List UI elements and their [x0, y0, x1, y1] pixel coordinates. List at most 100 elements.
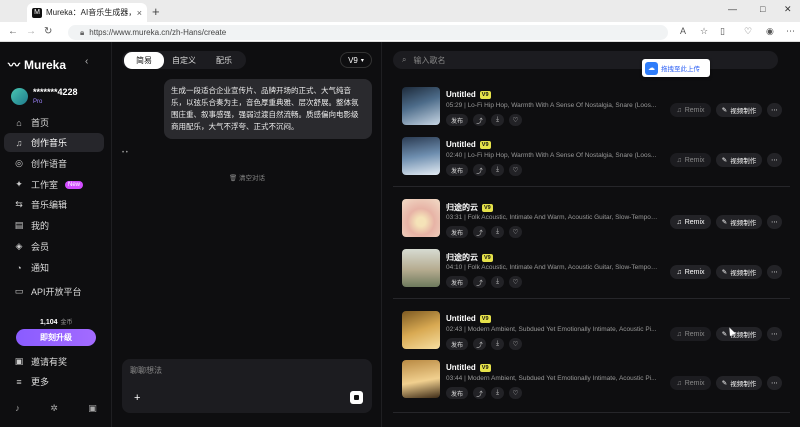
tab-close-icon[interactable]: ×	[137, 8, 142, 18]
heart-icon[interactable]: ♡	[509, 387, 522, 399]
heart-icon[interactable]: ♡	[509, 226, 522, 238]
drag-upload-button[interactable]: ☁ 拖拽至此上传	[642, 59, 710, 77]
remix-button[interactable]: ♫ Remix	[670, 103, 711, 117]
song-title-row: Untitled V9	[446, 90, 491, 99]
add-attachment-icon[interactable]: +	[134, 392, 140, 404]
clear-chat-button[interactable]: 🗑︎ 清空对话	[112, 172, 382, 182]
avatar[interactable]	[11, 88, 28, 105]
url-text: https://www.mureka.cn/zh-Hans/create	[89, 28, 227, 37]
mureka-logo[interactable]: 〰 Mureka	[8, 56, 66, 73]
video-make-button[interactable]: ✎ 视频制作	[716, 215, 762, 229]
download-icon[interactable]: ⤓	[491, 387, 504, 399]
sidebar-item-music-edit[interactable]: ⇆ 音乐编辑	[4, 195, 104, 214]
song-row[interactable]: 归途的云 V9 04:10 | Folk Acoustic, Intimate …	[402, 249, 792, 289]
download-icon[interactable]: ⤓	[491, 338, 504, 350]
song-cover-art[interactable]	[402, 137, 440, 175]
more-options-icon[interactable]: ⋯	[767, 265, 782, 279]
song-row[interactable]: 归途的云 V9 03:31 | Folk Acoustic, Intimate …	[402, 199, 792, 239]
publish-button[interactable]: 发布	[446, 276, 468, 288]
remix-button[interactable]: ♫ Remix	[670, 153, 711, 167]
chat-input[interactable]	[130, 366, 330, 375]
song-cover-art[interactable]	[402, 87, 440, 125]
favorite-star-icon[interactable]: ☆	[700, 26, 708, 37]
remix-button[interactable]: ♫ Remix	[670, 376, 711, 390]
sidebar-item-mine[interactable]: ▤ 我的	[4, 216, 104, 235]
remix-button[interactable]: ♫ Remix	[670, 327, 711, 341]
community-icon[interactable]: ✲	[50, 403, 58, 414]
sidebar-item-api[interactable]: ▭ API开放平台	[4, 282, 104, 301]
forward-arrow-icon[interactable]: →	[26, 26, 36, 37]
upgrade-button[interactable]: 即刻升级	[16, 329, 96, 346]
tab-custom[interactable]: 自定义	[164, 52, 204, 69]
tiktok-icon[interactable]: ♪	[15, 403, 20, 414]
model-selector[interactable]: V9 ▾	[340, 52, 372, 68]
stop-button[interactable]	[350, 391, 363, 404]
song-row[interactable]: Untitled V9 02:40 | Lo-Fi Hip Hop, Warmt…	[402, 137, 792, 177]
heart-icon[interactable]: ♡	[509, 338, 522, 350]
video-make-button[interactable]: ✎ 视频制作	[716, 376, 762, 390]
model-badge: V9	[482, 203, 493, 212]
sidebar-item-create-music[interactable]: ♫ 创作音乐	[4, 133, 104, 152]
collapse-sidebar-icon[interactable]: ‹	[85, 56, 88, 67]
publish-button[interactable]: 发布	[446, 114, 468, 126]
sidebar-item-studio[interactable]: ✦ 工作室 New	[4, 175, 104, 194]
remix-button[interactable]: ♫ Remix	[670, 265, 711, 279]
back-arrow-icon[interactable]: ←	[8, 26, 18, 37]
song-cover-art[interactable]	[402, 249, 440, 287]
minimize-button[interactable]: —	[728, 4, 737, 14]
profile-icon[interactable]: ◉	[766, 26, 774, 37]
maximize-button[interactable]: □	[760, 4, 765, 14]
heart-icon[interactable]: ♡	[509, 114, 522, 126]
download-icon[interactable]: ⤓	[491, 164, 504, 176]
more-options-icon[interactable]: ⋯	[767, 215, 782, 229]
publish-button[interactable]: 发布	[446, 226, 468, 238]
song-cover-art[interactable]	[402, 311, 440, 349]
tab-simple[interactable]: 简易	[124, 51, 164, 69]
sidebar-item-home[interactable]: ⌂ 首页	[4, 113, 104, 132]
new-tab-button[interactable]: +	[152, 4, 160, 19]
bilibili-icon[interactable]: ▣	[88, 403, 97, 414]
heart-icon[interactable]: ♡	[509, 164, 522, 176]
publish-button[interactable]: 发布	[446, 338, 468, 350]
publish-button[interactable]: 发布	[446, 387, 468, 399]
read-aloud-icon[interactable]: A	[680, 26, 686, 36]
download-icon[interactable]: ⤓	[491, 276, 504, 288]
share-icon[interactable]: ⤴	[473, 387, 486, 399]
split-screen-icon[interactable]: ▯	[720, 26, 725, 37]
song-row[interactable]: Untitled V9 05:29 | Lo-Fi Hip Hop, Warmt…	[402, 87, 792, 127]
tab-soundtrack[interactable]: 配乐	[204, 52, 244, 69]
publish-button[interactable]: 发布	[446, 164, 468, 176]
sidebar-item-membership[interactable]: ◈ 会员	[4, 237, 104, 256]
sidebar-item-create-voice[interactable]: ◎ 创作语音	[4, 154, 104, 173]
share-icon[interactable]: ⤴	[473, 338, 486, 350]
song-cover-art[interactable]	[402, 360, 440, 398]
song-cover-art[interactable]	[402, 199, 440, 237]
more-options-icon[interactable]: ⋯	[767, 376, 782, 390]
reload-icon[interactable]: ↻	[44, 26, 52, 37]
remix-label: Remix	[684, 106, 705, 114]
close-window-button[interactable]: ✕	[784, 4, 792, 15]
url-field[interactable]: 🔒︎ https://www.mureka.cn/zh-Hans/create	[68, 25, 668, 40]
download-icon[interactable]: ⤓	[491, 114, 504, 126]
browser-tab[interactable]: M Mureka：AI音乐生成器，轻松创作 ×	[27, 3, 147, 22]
video-make-button[interactable]: ✎ 视频制作	[716, 153, 762, 167]
share-icon[interactable]: ⤴	[473, 164, 486, 176]
more-options-icon[interactable]: ⋯	[767, 327, 782, 341]
more-options-icon[interactable]: ⋯	[767, 103, 782, 117]
menu-dots-icon[interactable]: ⋯	[786, 26, 795, 37]
share-icon[interactable]: ⤴	[473, 226, 486, 238]
video-make-button[interactable]: ✎ 视频制作	[716, 103, 762, 117]
sidebar-item-invite[interactable]: ▣ 邀请有奖	[4, 352, 104, 371]
heart-icon[interactable]: ♡	[509, 276, 522, 288]
sidebar-item-more[interactable]: ≡ 更多	[4, 372, 104, 391]
remix-button[interactable]: ♫ Remix	[670, 215, 711, 229]
share-icon[interactable]: ⤴	[473, 276, 486, 288]
song-row[interactable]: Untitled V9 03:44 | Modern Ambient, Subd…	[402, 360, 792, 400]
collections-icon[interactable]: ♡	[744, 26, 752, 37]
video-make-button[interactable]: ✎ 视频制作	[716, 327, 762, 341]
download-icon[interactable]: ⤓	[491, 226, 504, 238]
share-icon[interactable]: ⤴	[473, 114, 486, 126]
video-make-button[interactable]: ✎ 视频制作	[716, 265, 762, 279]
sidebar-item-notifications[interactable]: ◔ 通知	[4, 258, 104, 277]
more-options-icon[interactable]: ⋯	[767, 153, 782, 167]
